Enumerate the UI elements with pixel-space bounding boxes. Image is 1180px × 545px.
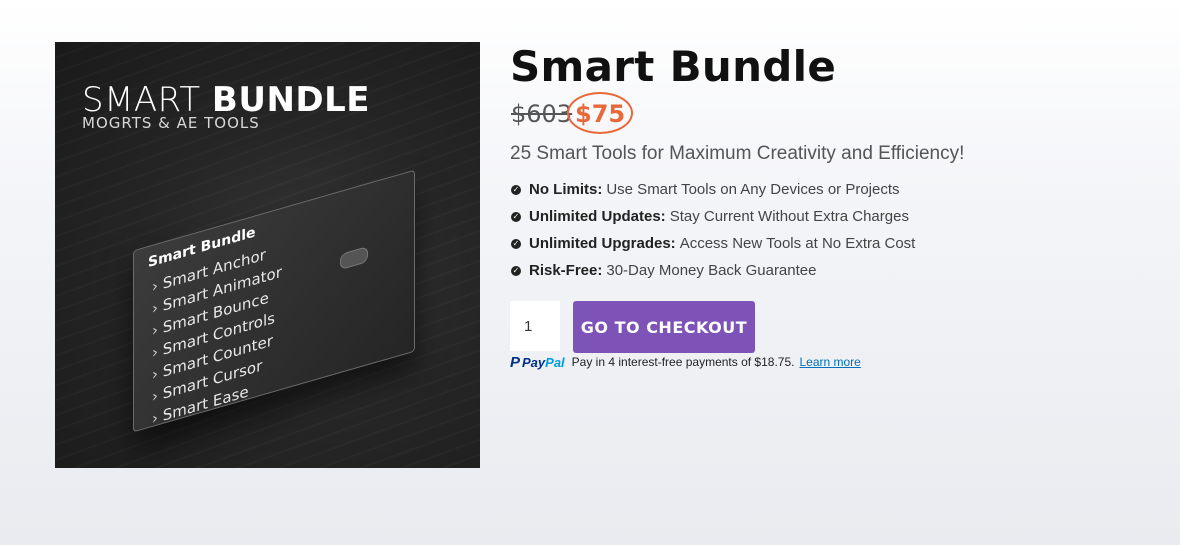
product-title: Smart Bundle bbox=[510, 42, 837, 91]
feature-text: Access New Tools at No Extra Cost bbox=[679, 235, 916, 252]
feature-item: ✓ No Limits: Use Smart Tools on Any Devi… bbox=[511, 176, 915, 203]
check-circle-icon: ✓ bbox=[511, 238, 521, 249]
feature-label: No Limits: bbox=[529, 181, 603, 198]
checkout-button[interactable]: GO TO CHECKOUT bbox=[573, 301, 755, 353]
sale-price: $75 bbox=[575, 100, 626, 128]
feature-label: Risk-Free: bbox=[529, 262, 603, 279]
check-circle-icon: ✓ bbox=[511, 211, 521, 222]
quantity-input[interactable] bbox=[510, 301, 560, 351]
feature-item: ✓ Unlimited Upgrades: Access New Tools a… bbox=[511, 230, 915, 257]
feature-list: ✓ No Limits: Use Smart Tools on Any Devi… bbox=[511, 176, 915, 284]
panel-toggle-icon bbox=[340, 246, 368, 271]
paypal-logo: PayPal bbox=[522, 354, 565, 370]
feature-text: 30-Day Money Back Guarantee bbox=[606, 262, 817, 279]
check-circle-icon: ✓ bbox=[511, 184, 521, 195]
product-tagline: 25 Smart Tools for Maximum Creativity an… bbox=[510, 143, 965, 164]
paypal-message: P PayPal Pay in 4 interest-free payments… bbox=[510, 353, 861, 371]
old-price: $603 bbox=[511, 100, 573, 128]
feature-item: ✓ Unlimited Updates: Stay Current Withou… bbox=[511, 203, 915, 230]
paypal-installments-text: Pay in 4 interest-free payments of $18.7… bbox=[571, 355, 795, 369]
feature-item: ✓ Risk-Free: 30-Day Money Back Guarantee bbox=[511, 257, 915, 284]
image-subtitle: MOGRTS & AE TOOLS bbox=[82, 114, 260, 132]
feature-text: Stay Current Without Extra Charges bbox=[669, 208, 909, 225]
feature-text: Use Smart Tools on Any Devices or Projec… bbox=[606, 181, 900, 198]
check-circle-icon: ✓ bbox=[511, 265, 521, 276]
learn-more-link[interactable]: Learn more bbox=[799, 355, 860, 369]
feature-label: Unlimited Upgrades: bbox=[529, 235, 676, 252]
paypal-icon: P bbox=[510, 353, 521, 371]
feature-label: Unlimited Updates: bbox=[529, 208, 666, 225]
product-image: SMART BUNDLE MOGRTS & AE TOOLS Smart Bun… bbox=[55, 42, 480, 468]
